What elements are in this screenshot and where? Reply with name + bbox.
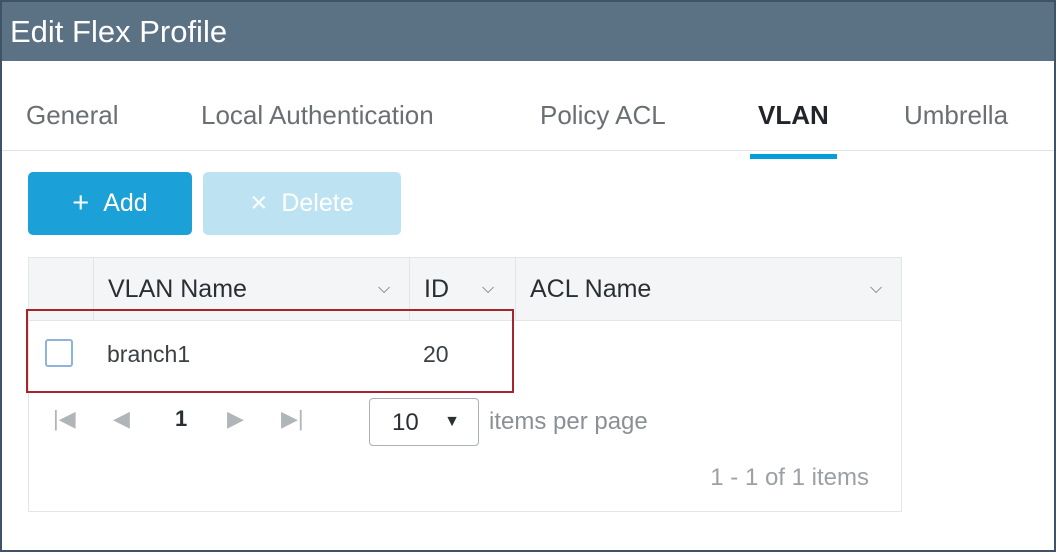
- tab-umbrella[interactable]: Umbrella: [904, 100, 1008, 158]
- column-acl-name-label: ACL Name: [530, 275, 652, 303]
- plus-icon: +: [72, 187, 90, 219]
- items-per-page-label: items per page: [489, 408, 648, 435]
- tab-general[interactable]: General: [26, 100, 119, 158]
- tab-vlan[interactable]: VLAN: [750, 100, 837, 159]
- next-page-icon[interactable]: ▶: [227, 406, 244, 432]
- vlan-table: VLAN Name ⌵ ID ⌵ ACL Name ⌵ branch1 20 |…: [28, 257, 902, 512]
- tab-local-authentication[interactable]: Local Authentication: [201, 100, 434, 158]
- caret-down-icon: ▼: [444, 413, 460, 430]
- previous-page-icon[interactable]: ◀: [113, 406, 130, 432]
- items-per-page-select[interactable]: 10 ▼: [369, 398, 479, 446]
- table-header: VLAN Name ⌵ ID ⌵ ACL Name ⌵: [29, 258, 901, 321]
- add-button[interactable]: + Add: [28, 172, 192, 235]
- current-page[interactable]: 1: [175, 406, 187, 432]
- row-select-checkbox[interactable]: [45, 339, 73, 367]
- column-id-label: ID: [424, 275, 449, 303]
- table-row[interactable]: branch1 20: [29, 320, 901, 388]
- items-per-page-value: 10: [392, 409, 419, 436]
- last-page-icon[interactable]: ▶|: [281, 406, 304, 432]
- add-button-label: Add: [103, 189, 148, 217]
- first-page-icon[interactable]: |◀: [53, 406, 76, 432]
- x-icon: ×: [250, 187, 268, 219]
- tab-bar: General Local Authentication Policy ACL …: [2, 92, 1054, 159]
- dialog-title: Edit Flex Profile: [2, 2, 1054, 61]
- header-select-column: [29, 258, 93, 320]
- chevron-down-icon[interactable]: ⌵: [870, 258, 882, 320]
- chevron-down-icon[interactable]: ⌵: [482, 258, 494, 320]
- items-count: 1 - 1 of 1 items: [710, 464, 869, 491]
- cell-id: 20: [423, 341, 449, 367]
- cell-vlan-name: branch1: [107, 341, 191, 367]
- delete-button[interactable]: × Delete: [203, 172, 401, 235]
- chevron-down-icon[interactable]: ⌵: [378, 258, 390, 320]
- tab-policy-acl[interactable]: Policy ACL: [540, 100, 666, 158]
- column-header-acl-name[interactable]: ACL Name ⌵: [515, 258, 901, 320]
- column-vlan-name-label: VLAN Name: [108, 275, 247, 303]
- edit-flex-profile-dialog: Edit Flex Profile General Local Authenti…: [0, 0, 1056, 552]
- pagination: |◀ ◀ 1 ▶ ▶| 10 ▼ items per page: [29, 398, 901, 448]
- column-header-id[interactable]: ID ⌵: [409, 258, 515, 320]
- column-header-vlan-name[interactable]: VLAN Name ⌵: [93, 258, 409, 320]
- delete-button-label: Delete: [281, 189, 354, 217]
